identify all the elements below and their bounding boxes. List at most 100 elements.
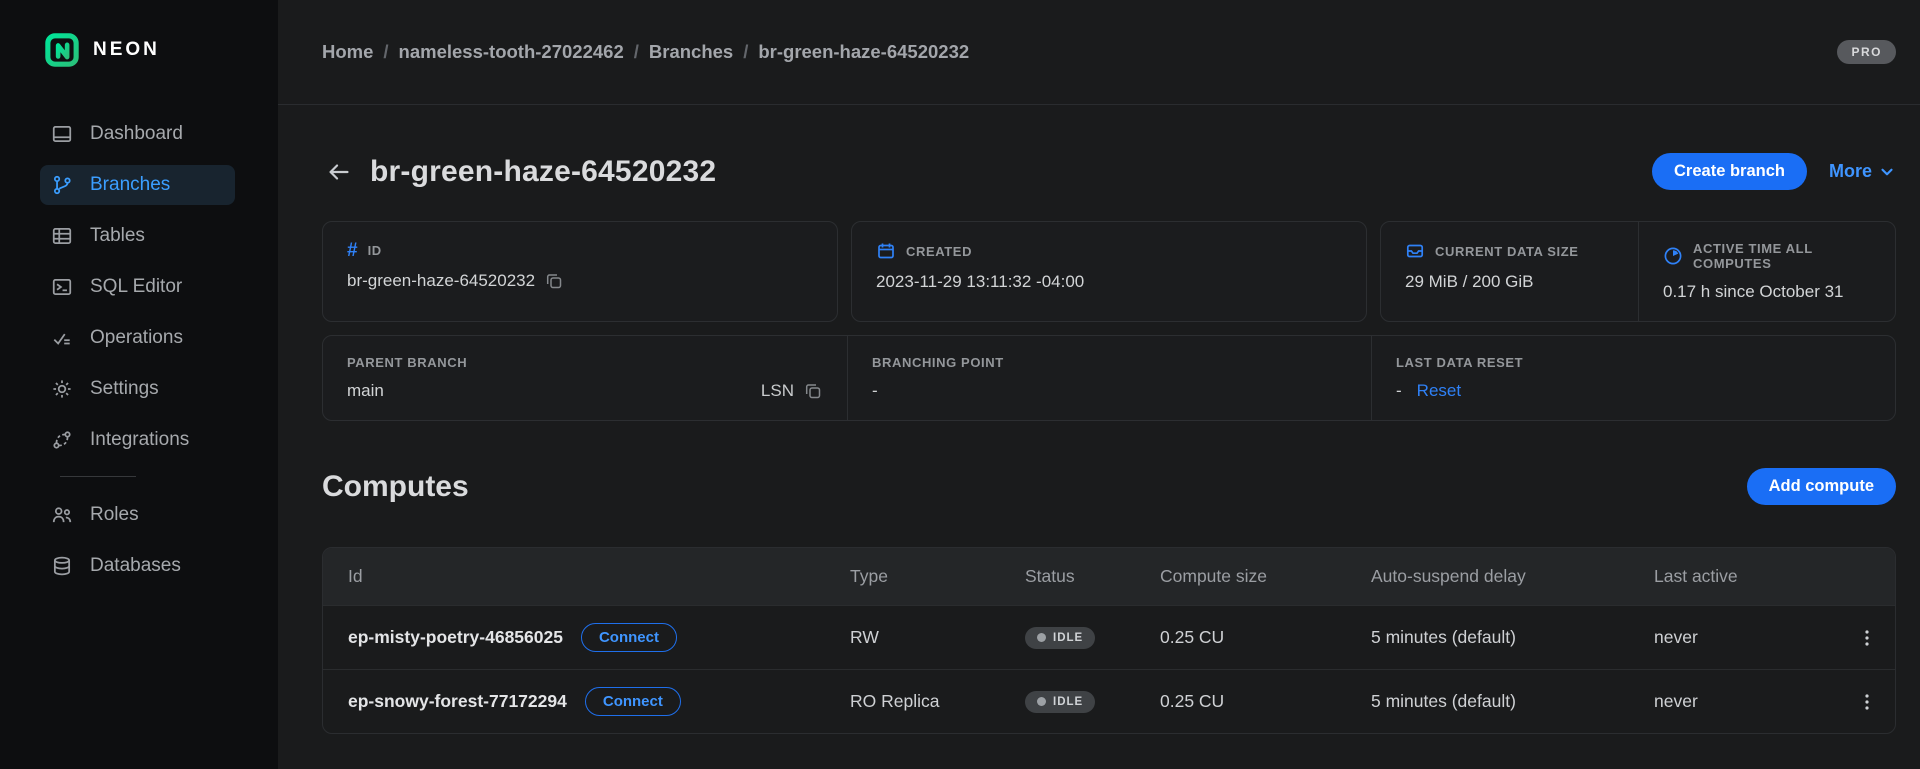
sidebar-item-tables[interactable]: Tables — [40, 216, 235, 256]
sidebar-item-label: Tables — [90, 225, 145, 247]
compute-type: RW — [850, 627, 1025, 648]
branching-point-label: BRANCHING POINT — [872, 355, 1004, 370]
connect-button[interactable]: Connect — [585, 687, 681, 716]
column-header-status: Status — [1025, 566, 1160, 587]
sidebar-item-label: Databases — [90, 555, 181, 577]
add-compute-button[interactable]: Add compute — [1747, 468, 1896, 505]
card-created: CREATED 2023-11-29 13:11:32 -04:00 — [851, 221, 1367, 322]
main-area: Home / nameless-tooth-27022462 / Branche… — [278, 0, 1920, 769]
last-data-reset-value: - — [1396, 381, 1402, 401]
topbar: Home / nameless-tooth-27022462 / Branche… — [278, 0, 1920, 105]
current-data-size-section: CURRENT DATA SIZE 29 MiB / 200 GiB — [1381, 222, 1638, 321]
sidebar-item-label: Roles — [90, 504, 139, 526]
computes-header: Computes Add compute — [322, 468, 1896, 505]
terminal-icon — [51, 276, 73, 298]
auto-suspend-delay: 5 minutes (default) — [1371, 627, 1654, 648]
status-badge: IDLE — [1025, 627, 1095, 649]
breadcrumb: Home / nameless-tooth-27022462 / Branche… — [322, 41, 969, 63]
table-header-row: Id Type Status Compute size Auto-suspend… — [323, 548, 1895, 605]
status-dot-icon — [1037, 697, 1046, 706]
sidebar-item-branches[interactable]: Branches — [40, 165, 235, 205]
table-row: ep-snowy-forest-77172294 Connect RO Repl… — [323, 669, 1895, 733]
card-usage: CURRENT DATA SIZE 29 MiB / 200 GiB — [1380, 221, 1896, 322]
neon-logo-icon — [44, 32, 80, 68]
column-header-type: Type — [850, 566, 1025, 587]
active-time-label: ACTIVE TIME ALL COMPUTES — [1693, 241, 1871, 271]
endpoint-id: ep-misty-poetry-46856025 — [348, 627, 563, 648]
back-button[interactable] — [322, 155, 356, 189]
lsn-label: LSN — [761, 381, 794, 401]
last-data-reset-section: LAST DATA RESET - Reset — [1371, 336, 1895, 420]
more-dropdown[interactable]: More — [1829, 161, 1896, 182]
status-badge: IDLE — [1025, 691, 1095, 713]
storage-icon — [1405, 241, 1425, 261]
last-data-reset-label: LAST DATA RESET — [1396, 355, 1523, 370]
sidebar-item-settings[interactable]: Settings — [40, 369, 235, 409]
sidebar-item-label: Operations — [90, 327, 183, 349]
row-menu-button[interactable] — [1839, 628, 1895, 648]
auto-suspend-delay: 5 minutes (default) — [1371, 691, 1654, 712]
hash-icon: # — [347, 241, 358, 260]
breadcrumb-separator: / — [743, 41, 748, 63]
branching-point-value: - — [872, 381, 878, 401]
table-icon — [51, 225, 73, 247]
breadcrumb-separator: / — [634, 41, 639, 63]
sidebar-item-roles[interactable]: Roles — [40, 495, 235, 535]
plan-badge: PRO — [1837, 40, 1896, 64]
status-dot-icon — [1037, 633, 1046, 642]
more-label: More — [1829, 161, 1872, 182]
brand[interactable]: NEON — [0, 28, 278, 72]
connect-button[interactable]: Connect — [581, 623, 677, 652]
copy-icon[interactable] — [803, 381, 823, 401]
users-icon — [51, 504, 73, 526]
compute-type: RO Replica — [850, 691, 1025, 712]
parent-branch-value: main — [347, 381, 384, 401]
breadcrumb-current-branch[interactable]: br-green-haze-64520232 — [758, 41, 969, 63]
column-header-id: Id — [323, 566, 850, 587]
computes-title: Computes — [322, 470, 469, 504]
sidebar-item-operations[interactable]: Operations — [40, 318, 235, 358]
dashboard-icon — [51, 123, 73, 145]
breadcrumb-separator: / — [383, 41, 388, 63]
card-id: # ID br-green-haze-64520232 — [322, 221, 838, 322]
column-header-auto-suspend: Auto-suspend delay — [1371, 566, 1654, 587]
branch-detail-cards: # ID br-green-haze-64520232 — [322, 221, 1896, 322]
copy-icon[interactable] — [544, 271, 564, 291]
sidebar: NEON Dashboard Branches — [0, 0, 278, 769]
created-label: CREATED — [906, 244, 972, 259]
sidebar-item-dashboard[interactable]: Dashboard — [40, 114, 235, 154]
sidebar-item-label: SQL Editor — [90, 276, 182, 298]
column-header-compute-size: Compute size — [1160, 566, 1371, 587]
parent-branch-label: PARENT BRANCH — [347, 355, 467, 370]
table-row: ep-misty-poetry-46856025 Connect RW IDLE… — [323, 605, 1895, 669]
operations-icon — [51, 327, 73, 349]
create-branch-button[interactable]: Create branch — [1652, 153, 1807, 190]
created-value: 2023-11-29 13:11:32 -04:00 — [876, 272, 1084, 292]
breadcrumb-branches[interactable]: Branches — [649, 41, 733, 63]
title-row: br-green-haze-64520232 Create branch Mor… — [322, 153, 1896, 190]
page-title: br-green-haze-64520232 — [370, 155, 716, 189]
last-active: never — [1654, 627, 1839, 648]
active-time-value: 0.17 h since October 31 — [1663, 282, 1844, 302]
branch-icon — [51, 174, 73, 196]
breadcrumb-home[interactable]: Home — [322, 41, 373, 63]
content: br-green-haze-64520232 Create branch Mor… — [278, 105, 1920, 734]
sidebar-item-sql-editor[interactable]: SQL Editor — [40, 267, 235, 307]
sidebar-item-label: Branches — [90, 174, 170, 196]
sidebar-item-databases[interactable]: Databases — [40, 546, 235, 586]
id-label: ID — [368, 243, 382, 258]
brand-name: NEON — [93, 39, 160, 61]
database-icon — [51, 555, 73, 577]
integrations-icon — [51, 429, 73, 451]
chevron-down-icon — [1878, 163, 1896, 181]
breadcrumb-project[interactable]: nameless-tooth-27022462 — [399, 41, 624, 63]
reset-link[interactable]: Reset — [1417, 381, 1461, 401]
sidebar-item-label: Settings — [90, 378, 159, 400]
sidebar-divider — [60, 476, 136, 477]
sidebar-item-integrations[interactable]: Integrations — [40, 420, 235, 460]
column-header-last-active: Last active — [1654, 566, 1839, 587]
active-time-section: ACTIVE TIME ALL COMPUTES 0.17 h since Oc… — [1638, 222, 1895, 321]
compute-size: 0.25 CU — [1160, 627, 1371, 648]
data-size-label: CURRENT DATA SIZE — [1435, 244, 1579, 259]
row-menu-button[interactable] — [1839, 692, 1895, 712]
